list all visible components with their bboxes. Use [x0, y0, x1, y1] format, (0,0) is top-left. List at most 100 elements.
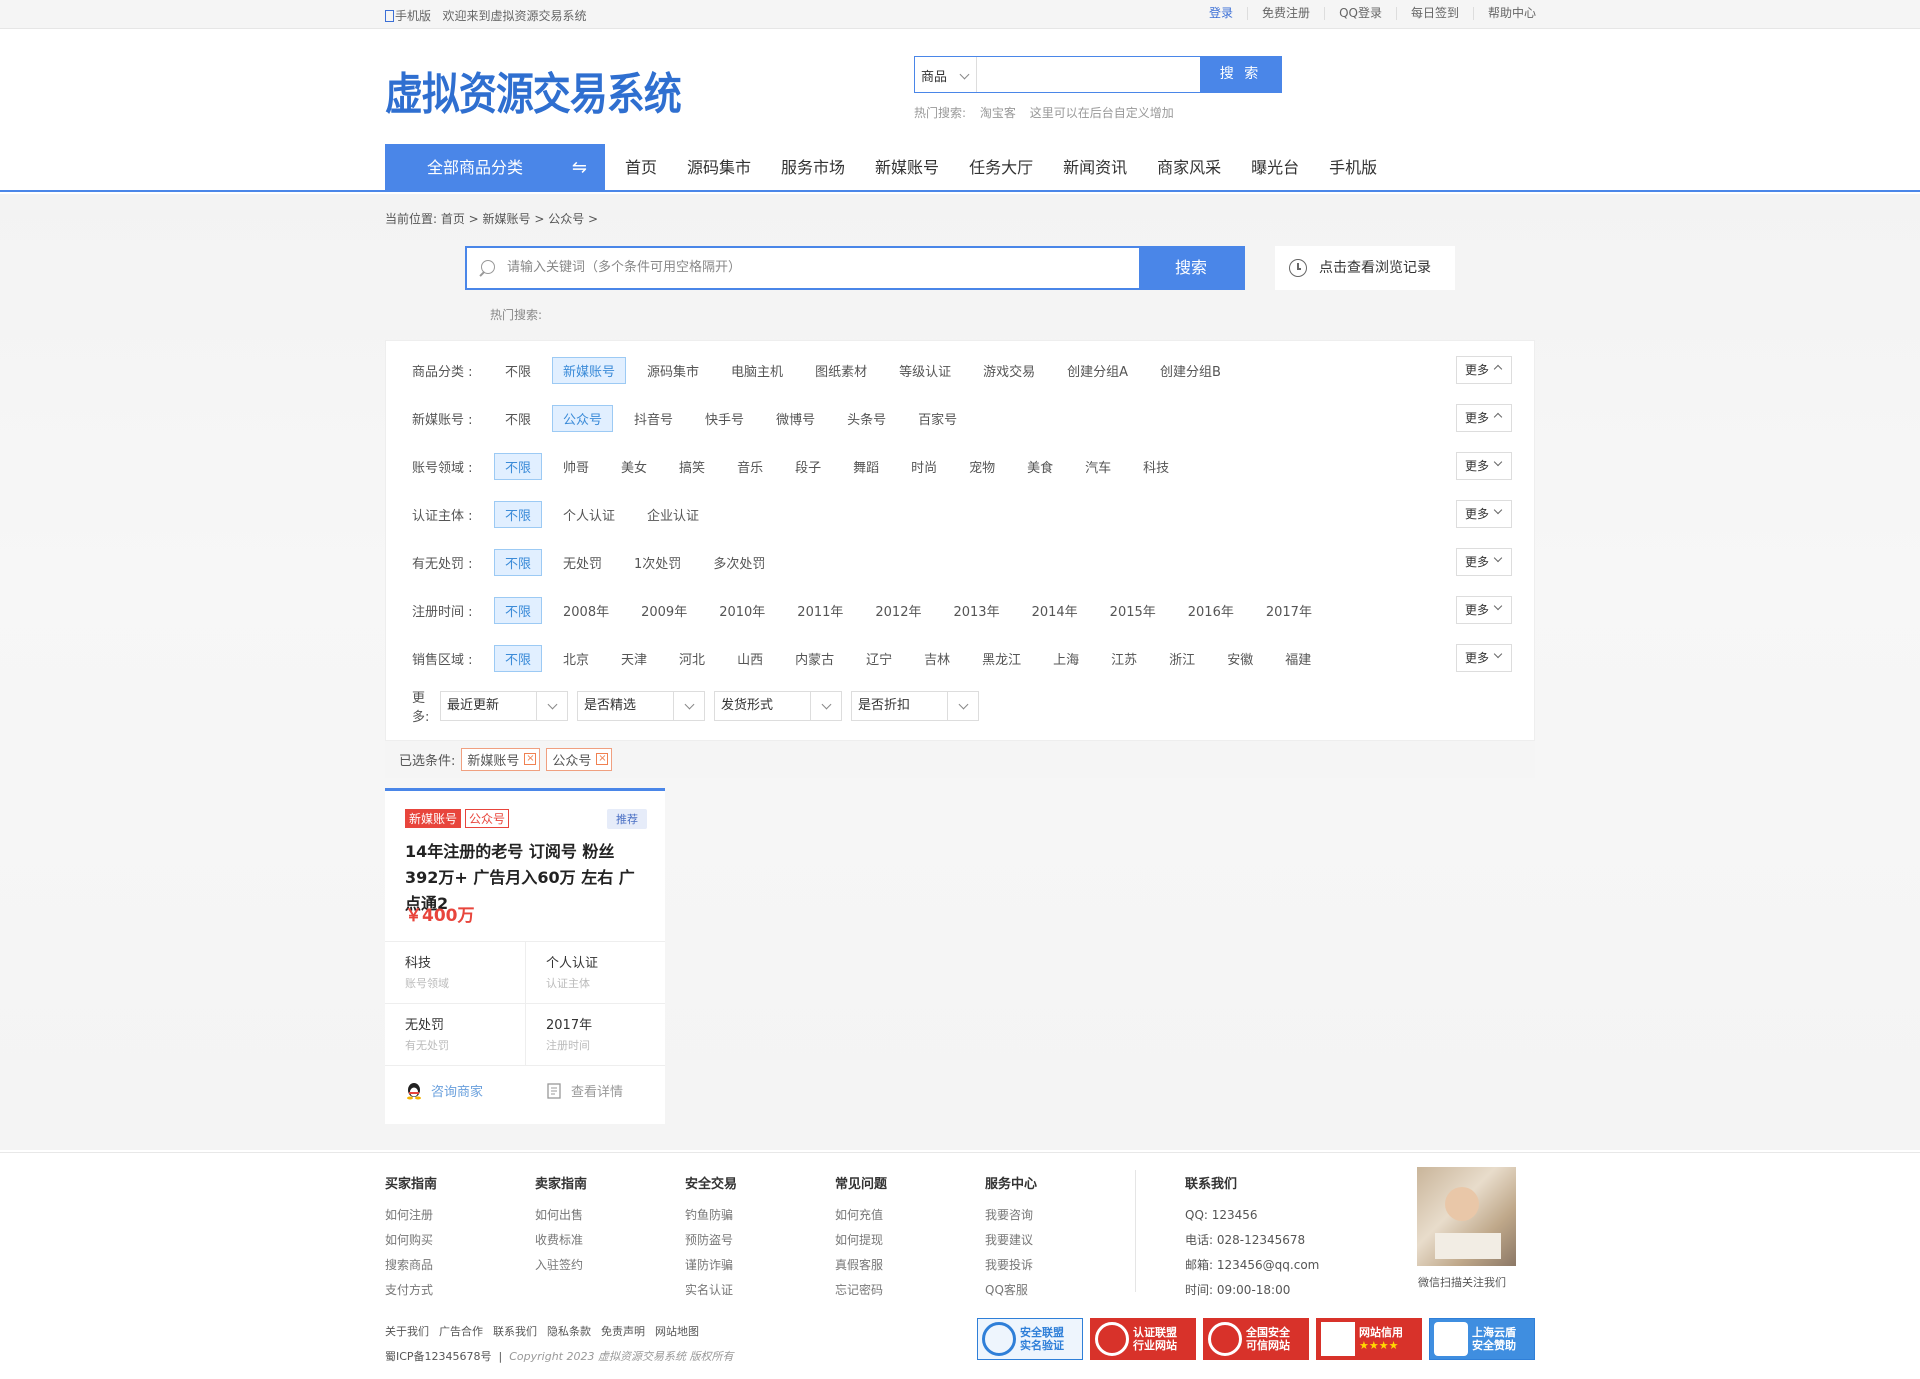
icp-number[interactable]: 蜀ICP备12345678号: [385, 1350, 492, 1363]
filter-option[interactable]: 黑龙江: [971, 645, 1032, 672]
filter-option-selected[interactable]: 新媒账号: [552, 356, 627, 384]
filter-option[interactable]: 2009年: [630, 597, 698, 624]
filter-option[interactable]: 2011年: [786, 597, 854, 624]
filter-option-selected[interactable]: 公众号: [552, 404, 614, 432]
filter-option[interactable]: 2012年: [864, 597, 932, 624]
filter-option[interactable]: 上海: [1042, 645, 1090, 672]
footer-bottom-link[interactable]: 隐私条款: [547, 1323, 591, 1339]
filter-option[interactable]: 安徽: [1216, 645, 1264, 672]
filter-option[interactable]: 多次处罚: [702, 549, 776, 576]
footer-link[interactable]: 如何提现: [835, 1228, 887, 1253]
search-type-select[interactable]: 商品: [915, 57, 977, 92]
filter-option[interactable]: 微博号: [765, 405, 826, 432]
register-link[interactable]: 免费注册: [1247, 7, 1324, 20]
filter-option[interactable]: 快手号: [694, 405, 755, 432]
filter-option[interactable]: 音乐: [726, 453, 774, 480]
filter-option[interactable]: 吉林: [913, 645, 961, 672]
footer-link[interactable]: 如何充值: [835, 1203, 887, 1228]
filter-option[interactable]: 2008年: [552, 597, 620, 624]
filter-option[interactable]: 创建分组A: [1056, 357, 1139, 384]
header-search-button[interactable]: 搜 索: [1200, 57, 1281, 92]
filter-option-selected[interactable]: 不限: [494, 644, 543, 672]
filter-option[interactable]: 企业认证: [636, 501, 710, 528]
filter-option[interactable]: 不限: [494, 405, 542, 432]
filter-option[interactable]: 福建: [1274, 645, 1322, 672]
qq-login-link[interactable]: QQ登录: [1324, 7, 1396, 20]
filter-option[interactable]: 创建分组B: [1149, 357, 1232, 384]
nav-item-home[interactable]: 首页: [610, 144, 672, 192]
filter-option[interactable]: 宠物: [958, 453, 1006, 480]
header-search-input[interactable]: [977, 57, 1200, 92]
selected-tag[interactable]: 新媒账号 ×: [461, 748, 541, 771]
filter-option[interactable]: 辽宁: [855, 645, 903, 672]
filter-option[interactable]: 2015年: [1099, 597, 1167, 624]
filter-option[interactable]: 头条号: [836, 405, 897, 432]
nav-item-service-market[interactable]: 服务市场: [766, 144, 860, 192]
discount-dropdown[interactable]: 是否折扣: [851, 691, 979, 721]
more-toggle-button[interactable]: 更多: [1456, 452, 1512, 480]
footer-link[interactable]: 实名认证: [685, 1278, 737, 1303]
daily-signin-link[interactable]: 每日签到: [1395, 7, 1473, 20]
filter-option-selected[interactable]: 不限: [494, 596, 543, 624]
main-search-button[interactable]: 搜索: [1139, 248, 1243, 288]
filter-option[interactable]: 科技: [1132, 453, 1180, 480]
filter-option[interactable]: 抖音号: [623, 405, 684, 432]
footer-bottom-link[interactable]: 广告合作: [439, 1323, 483, 1339]
footer-link[interactable]: 入驻签约: [535, 1253, 587, 1278]
browse-history-button[interactable]: 点击查看浏览记录: [1275, 246, 1455, 290]
footer-link[interactable]: 真假客服: [835, 1253, 887, 1278]
footer-link[interactable]: 如何出售: [535, 1203, 587, 1228]
footer-link[interactable]: 忘记密码: [835, 1278, 887, 1303]
featured-dropdown[interactable]: 是否精选: [577, 691, 705, 721]
filter-option[interactable]: 游戏交易: [972, 357, 1046, 384]
filter-option[interactable]: 百家号: [907, 405, 968, 432]
footer-link[interactable]: 如何购买: [385, 1228, 437, 1253]
site-logo[interactable]: 虚拟资源交易系统: [385, 58, 682, 122]
filter-option-selected[interactable]: 不限: [494, 500, 543, 528]
filter-option[interactable]: 无处罚: [552, 549, 613, 576]
trust-badge-yundun[interactable]: 上海云盾 安全赞助: [1429, 1318, 1535, 1360]
filter-option[interactable]: 个人认证: [552, 501, 626, 528]
filter-option[interactable]: 图纸素材: [804, 357, 878, 384]
footer-link[interactable]: 我要咨询: [985, 1203, 1037, 1228]
trust-badge-credit[interactable]: 网站信用 ★★★★: [1316, 1318, 1422, 1360]
footer-link[interactable]: 预防盗号: [685, 1228, 737, 1253]
filter-option-selected[interactable]: 不限: [494, 452, 543, 480]
nav-item-task-hall[interactable]: 任务大厅: [954, 144, 1048, 192]
filter-option[interactable]: 搞笑: [668, 453, 716, 480]
footer-link[interactable]: 我要建议: [985, 1228, 1037, 1253]
footer-link[interactable]: 支付方式: [385, 1278, 437, 1303]
filter-option[interactable]: 内蒙古: [784, 645, 845, 672]
nav-item-media-accounts[interactable]: 新媒账号: [860, 144, 954, 192]
filter-option[interactable]: 美女: [610, 453, 658, 480]
footer-bottom-link[interactable]: 网站地图: [655, 1323, 699, 1339]
remove-tag-icon[interactable]: ×: [524, 753, 537, 765]
filter-option[interactable]: 2013年: [942, 597, 1010, 624]
delivery-type-dropdown[interactable]: 发货形式: [714, 691, 842, 721]
filter-option[interactable]: 时尚: [900, 453, 948, 480]
filter-option[interactable]: 2010年: [708, 597, 776, 624]
more-toggle-button[interactable]: 更多: [1456, 644, 1512, 672]
filter-option[interactable]: 不限: [494, 357, 542, 384]
footer-link[interactable]: QQ客服: [985, 1278, 1037, 1303]
filter-option[interactable]: 2016年: [1177, 597, 1245, 624]
help-center-link[interactable]: 帮助中心: [1472, 7, 1536, 20]
view-detail-button[interactable]: 查看详情: [525, 1081, 665, 1100]
filter-option[interactable]: 北京: [552, 645, 600, 672]
filter-option[interactable]: 汽车: [1074, 453, 1122, 480]
sort-latest-dropdown[interactable]: 最近更新: [440, 691, 568, 721]
filter-option[interactable]: 2017年: [1255, 597, 1323, 624]
footer-bottom-link[interactable]: 联系我们: [493, 1323, 537, 1339]
filter-option[interactable]: 山西: [726, 645, 774, 672]
filter-option[interactable]: 2014年: [1021, 597, 1089, 624]
filter-option[interactable]: 源码集市: [636, 357, 710, 384]
nav-item-merchants[interactable]: 商家风采: [1142, 144, 1236, 192]
nav-item-source-market[interactable]: 源码集市: [672, 144, 766, 192]
footer-bottom-link[interactable]: 免责声明: [601, 1323, 645, 1339]
footer-link[interactable]: 如何注册: [385, 1203, 437, 1228]
filter-option[interactable]: 电脑主机: [720, 357, 794, 384]
footer-link[interactable]: 收费标准: [535, 1228, 587, 1253]
mobile-version-link[interactable]: 手机版: [395, 9, 431, 23]
login-link[interactable]: 登录: [1195, 7, 1247, 20]
filter-option[interactable]: 江苏: [1100, 645, 1148, 672]
